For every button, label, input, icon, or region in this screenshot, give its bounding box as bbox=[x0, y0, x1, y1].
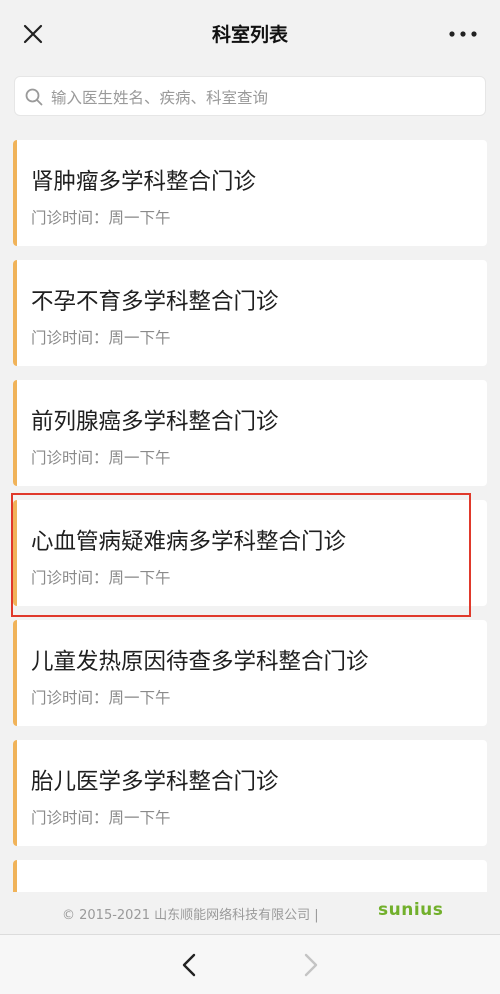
department-name: 肾肿瘤多学科整合门诊 bbox=[31, 169, 257, 195]
card-accent-bar bbox=[13, 380, 17, 486]
department-list: 肾肿瘤多学科整合门诊 门诊时间：周一下午 不孕不育多学科整合门诊 门诊时间：周一… bbox=[0, 126, 500, 892]
footer: © 2015-2021 山东顺能网络科技有限公司 | sunius bbox=[0, 892, 500, 934]
sunius-logo: sunius bbox=[378, 900, 444, 920]
clinic-schedule: 门诊时间：周一下午 bbox=[31, 689, 171, 707]
department-name: ... bbox=[31, 884, 52, 892]
department-name: 不孕不育多学科整合门诊 bbox=[31, 289, 279, 315]
department-name: 儿童发热原因待查多学科整合门诊 bbox=[31, 649, 369, 675]
department-card-highlighted[interactable]: 心血管病疑难病多学科整合门诊 门诊时间：周一下午 bbox=[13, 500, 487, 606]
clinic-schedule: 门诊时间：周一下午 bbox=[31, 329, 171, 347]
department-card[interactable]: 肾肿瘤多学科整合门诊 门诊时间：周一下午 bbox=[13, 140, 487, 246]
more-dots-icon[interactable] bbox=[446, 22, 480, 46]
clinic-schedule: 门诊时间：周一下午 bbox=[31, 809, 171, 827]
copyright-text: © 2015-2021 山东顺能网络科技有限公司 | bbox=[62, 908, 319, 923]
clinic-schedule: 门诊时间：周一下午 bbox=[31, 209, 171, 227]
department-card-partial[interactable]: ... bbox=[13, 860, 487, 892]
card-accent-bar bbox=[13, 500, 17, 606]
department-card[interactable]: 前列腺癌多学科整合门诊 门诊时间：周一下午 bbox=[13, 380, 487, 486]
search-placeholder: 输入医生姓名、疾病、科室查询 bbox=[51, 89, 269, 107]
department-name: 胎儿医学多学科整合门诊 bbox=[31, 769, 279, 795]
browser-nav-bar bbox=[0, 934, 500, 994]
page-title: 科室列表 bbox=[211, 24, 288, 46]
card-accent-bar bbox=[13, 260, 17, 366]
card-accent-bar bbox=[13, 860, 17, 892]
card-accent-bar bbox=[13, 620, 17, 726]
department-name: 前列腺癌多学科整合门诊 bbox=[31, 409, 279, 435]
clinic-schedule: 门诊时间：周一下午 bbox=[31, 449, 171, 467]
chevron-right-icon[interactable] bbox=[296, 951, 324, 979]
search-icon bbox=[25, 88, 43, 106]
card-accent-bar bbox=[13, 140, 17, 246]
header-bar: 科室列表 bbox=[0, 0, 500, 66]
department-name: 心血管病疑难病多学科整合门诊 bbox=[31, 529, 347, 555]
chevron-left-icon[interactable] bbox=[176, 951, 204, 979]
clinic-schedule: 门诊时间：周一下午 bbox=[31, 569, 171, 587]
card-accent-bar bbox=[13, 740, 17, 846]
department-card[interactable]: 不孕不育多学科整合门诊 门诊时间：周一下午 bbox=[13, 260, 487, 366]
search-input[interactable]: 输入医生姓名、疾病、科室查询 bbox=[14, 76, 486, 116]
department-card[interactable]: 胎儿医学多学科整合门诊 门诊时间：周一下午 bbox=[13, 740, 487, 846]
department-card[interactable]: 儿童发热原因待查多学科整合门诊 门诊时间：周一下午 bbox=[13, 620, 487, 726]
close-icon[interactable] bbox=[18, 19, 48, 49]
